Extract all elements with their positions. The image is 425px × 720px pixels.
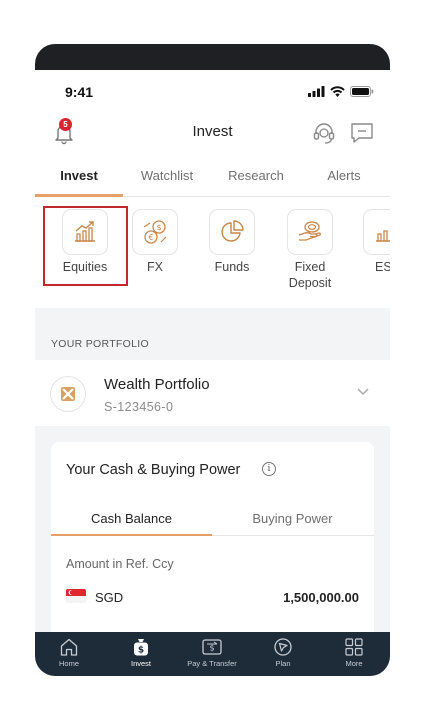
chevron-down-icon[interactable] [356, 386, 370, 396]
product-funds[interactable]: Funds [199, 209, 265, 275]
active-tab-indicator [51, 534, 212, 536]
product-esg[interactable]: ES [351, 209, 390, 275]
home-icon [60, 638, 78, 656]
nav-item-pay-transfer[interactable]: $ Pay & Transfer [182, 636, 242, 668]
product-tile: $ € [132, 209, 178, 255]
product-equities[interactable]: Equities [52, 209, 118, 275]
nav-label: Home [58, 659, 79, 668]
tab-watchlist[interactable]: Watchlist [123, 168, 211, 183]
svg-text:$: $ [209, 644, 214, 653]
svg-text:$: $ [156, 223, 161, 232]
nav-label: Plan [275, 659, 291, 668]
tab-invest[interactable]: Invest [35, 168, 123, 183]
chat-icon[interactable] [349, 120, 375, 146]
product-tile [62, 209, 108, 255]
bottom-navigation: Home $ Invest $ Pay & Transfer Plan More [35, 632, 390, 676]
nav-item-plan[interactable]: Plan [253, 636, 313, 668]
nav-label: More [345, 659, 363, 668]
product-tile [363, 209, 390, 255]
product-fx[interactable]: $ € FX [122, 209, 188, 275]
compass-icon [274, 638, 292, 656]
portfolio-selector[interactable]: Wealth Portfolio S-123456-0 [35, 360, 390, 426]
singapore-flag-icon [66, 589, 86, 603]
chart-growth-icon [75, 221, 95, 242]
currency-code: SGD [95, 590, 124, 605]
product-label: Equities [62, 260, 108, 274]
tab-alerts[interactable]: Alerts [301, 168, 387, 183]
battery-icon [350, 86, 374, 97]
chart-growth-icon [376, 230, 390, 242]
nav-item-invest[interactable]: $ Invest [111, 636, 171, 668]
product-label: Funds [214, 260, 250, 274]
portfolio-id: S-123456-0 [104, 400, 174, 414]
amount-label: Amount in Ref. Ccy [66, 557, 174, 571]
status-time: 9:41 [65, 84, 94, 100]
nav-label: Pay & Transfer [187, 659, 237, 668]
product-shortcuts: Equities $ € FX Funds Fixed Deposit ES [35, 197, 390, 308]
nav-label: Invest [130, 659, 151, 668]
status-icons [308, 86, 374, 97]
money-bag-icon: $ [134, 639, 148, 656]
phone-screen: 9:41 5 Invest Invest Watchlist Research … [35, 44, 390, 676]
pie-chart-icon [221, 220, 244, 242]
tab-buying-power[interactable]: Buying Power [212, 511, 373, 526]
currency-amount: 1,500,000.00 [283, 590, 359, 605]
tab-cash-balance[interactable]: Cash Balance [51, 511, 212, 526]
section-tabs: Invest Watchlist Research Alerts [35, 160, 390, 197]
product-tile [209, 209, 255, 255]
product-label: Fixed Deposit [288, 260, 332, 290]
product-label: ES [375, 260, 390, 274]
transfer-icon: $ [202, 639, 222, 655]
device-top-bar [35, 44, 390, 70]
app-header: 5 Invest [35, 116, 390, 160]
currency-exchange-icon: $ € [143, 220, 167, 244]
signal-icon [308, 86, 325, 97]
svg-text:€: € [148, 233, 153, 242]
tab-research[interactable]: Research [211, 168, 301, 183]
nav-item-more[interactable]: More [324, 636, 384, 668]
card-title: Your Cash & Buying Power [66, 462, 241, 478]
hand-coin-icon [298, 221, 321, 241]
product-fixed-deposit[interactable]: Fixed Deposit [277, 209, 343, 291]
grid-icon [345, 638, 363, 656]
portfolio-name: Wealth Portfolio [104, 376, 210, 393]
portfolio-logo-icon [50, 376, 86, 412]
support-agent-icon[interactable] [311, 120, 337, 146]
product-tile [287, 209, 333, 255]
svg-text:$: $ [138, 646, 144, 656]
nav-item-home[interactable]: Home [39, 636, 99, 668]
product-label: FX [147, 260, 163, 274]
info-icon[interactable]: i [262, 462, 276, 476]
section-label-portfolio: YOUR PORTFOLIO [51, 338, 149, 350]
status-bar: 9:41 [35, 70, 390, 116]
wifi-icon [330, 86, 345, 97]
cash-buying-power-card: Your Cash & Buying Power i Cash Balance … [51, 442, 374, 642]
